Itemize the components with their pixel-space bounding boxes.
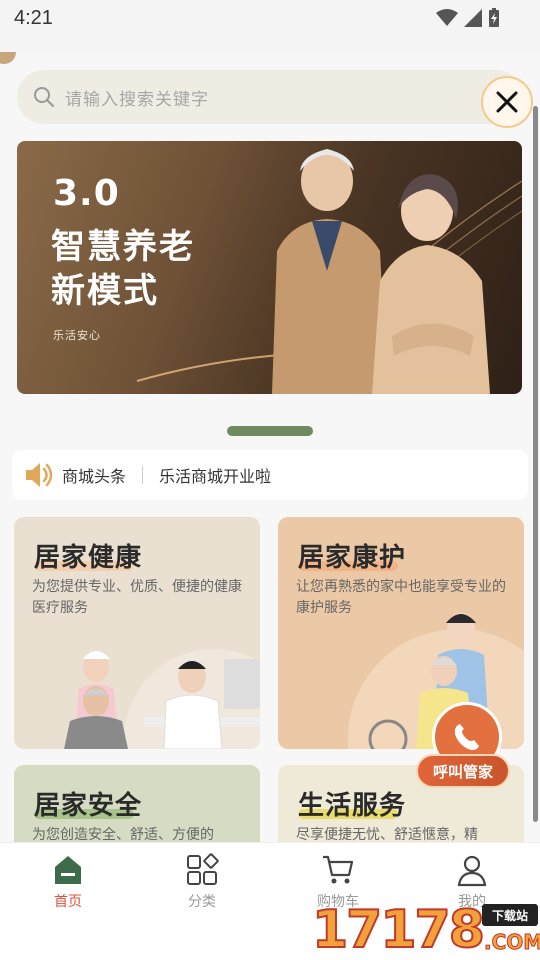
battery-icon xyxy=(489,8,499,27)
card-home-safety[interactable]: 居家安全 为您创造安全、舒适、方便的 xyxy=(14,765,260,842)
card-desc: 尽享便捷无忧、舒适惬意，精 xyxy=(296,827,478,842)
search-placeholder[interactable]: 请输入搜索关键字 xyxy=(65,85,209,110)
call-butler-label[interactable]: 呼叫管家 xyxy=(416,754,510,788)
banner-title-line1: 智慧养老 xyxy=(51,227,195,267)
cart-icon xyxy=(323,855,354,884)
card-title: 居家康护 xyxy=(298,543,407,573)
card-title: 生活服务 xyxy=(298,791,407,821)
card-title: 居家安全 xyxy=(34,791,143,821)
news-divider xyxy=(142,466,144,484)
status-bar: 4:21 xyxy=(0,0,540,40)
corner-accent xyxy=(0,52,16,64)
card-desc: 为您创造安全、舒适、方便的 xyxy=(32,827,214,842)
wifi-icon xyxy=(436,9,458,26)
tab-label: 首页 xyxy=(54,894,82,910)
promo-banner[interactable]: 3.0 智慧养老 新模式 乐活安心 xyxy=(17,141,522,394)
card-desc: 为您提供专业、优质、便捷的健康医疗服务 xyxy=(32,579,242,616)
speaker-icon xyxy=(26,463,53,487)
user-icon xyxy=(457,855,487,887)
call-butler-button[interactable]: 呼叫管家 xyxy=(416,702,512,794)
card-title: 居家健康 xyxy=(34,543,143,573)
status-time: 4:21 xyxy=(14,7,53,29)
scrollbar[interactable] xyxy=(533,106,538,822)
signal-icon xyxy=(464,9,482,27)
watermark-number: 17178 xyxy=(311,899,486,960)
elderly-couple-illustration xyxy=(272,149,490,394)
news-ticker[interactable]: 商城头条 乐活商城开业啦 xyxy=(12,450,528,500)
banner-subtitle: 乐活安心 xyxy=(53,329,101,342)
close-icon xyxy=(496,91,518,113)
close-button[interactable] xyxy=(481,76,533,128)
news-headline[interactable]: 乐活商城开业啦 xyxy=(159,463,271,487)
banner-title-line2: 新模式 xyxy=(51,271,159,311)
doctor-illustration xyxy=(64,649,260,749)
search-icon xyxy=(34,87,54,107)
status-icons xyxy=(436,8,500,28)
category-icon xyxy=(187,853,219,885)
watermark-tag: 下载站 xyxy=(482,904,538,926)
home-icon xyxy=(55,856,81,884)
tab-label: 分类 xyxy=(188,894,216,910)
site-watermark: 17178 下载站 .COM xyxy=(311,899,540,960)
tab-category[interactable]: 分类 xyxy=(152,853,252,911)
phone-icon xyxy=(454,724,479,750)
news-label: 商城头条 xyxy=(62,467,127,486)
watermark-suffix: .COM xyxy=(483,930,540,955)
banner-title-number: 3.0 xyxy=(53,173,120,214)
main-content[interactable]: 请输入搜索关键字 3.0 智慧养老 新模式 乐活安心 商城头条 乐活商城开业啦 … xyxy=(0,52,540,842)
card-home-health[interactable]: 居家健康 为您提供专业、优质、便捷的健康医疗服务 xyxy=(14,517,260,749)
carousel-indicator[interactable] xyxy=(227,426,313,436)
tab-home[interactable]: 首页 xyxy=(18,853,118,911)
search-bar[interactable]: 请输入搜索关键字 xyxy=(17,70,523,124)
